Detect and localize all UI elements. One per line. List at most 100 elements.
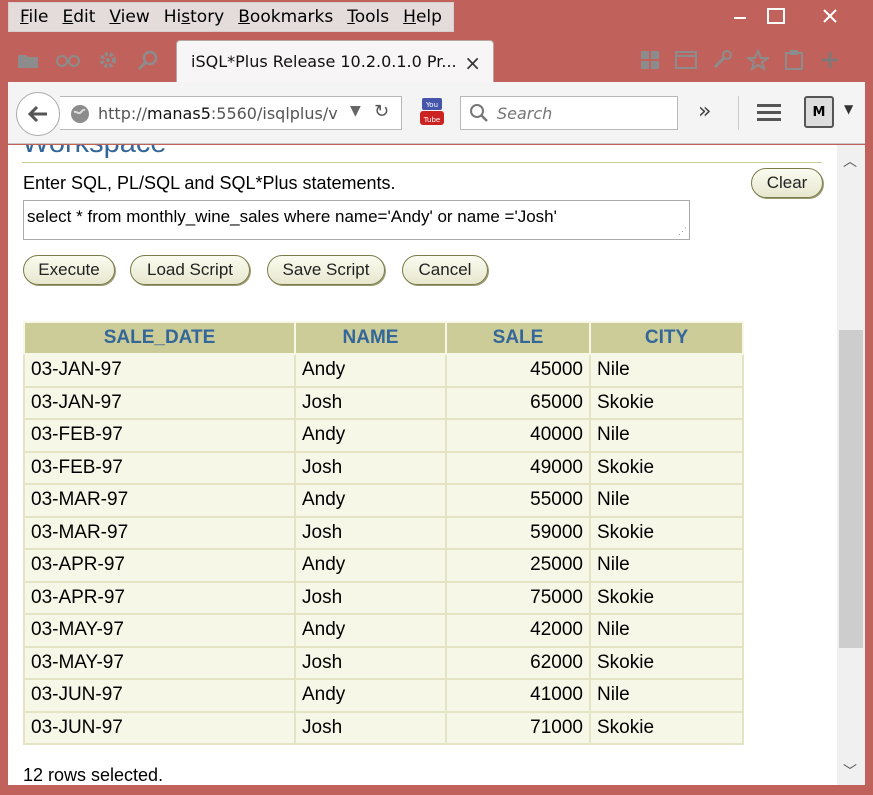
menu-tools[interactable]: Tools [340,3,396,31]
cell-sale-date: 03-JUN-97 [23,678,296,713]
cell-name: Josh [294,710,447,745]
cell-city: Skokie [589,645,744,680]
nav-bar: http://manas5:5560/isqlplus/v ▼ ↻ You Tu… [8,82,865,144]
resize-grip-icon[interactable]: ⋰ [678,226,687,237]
tab-close-icon[interactable]: × [464,51,481,75]
sql-text: select * from monthly_wine_sales where n… [27,207,557,226]
cell-name: Josh [294,580,447,615]
table-row: 03-FEB-97 Josh 49000 Skokie [23,450,744,485]
menu-help[interactable]: Help [396,3,449,31]
cell-sale: 75000 [445,580,591,615]
tab-isqlplus[interactable]: iSQL*Plus Release 10.2.0.1.0 Pr... × [176,40,494,84]
magnifier-icon [469,103,489,127]
cell-city: Nile [589,418,744,453]
window-icon[interactable] [674,48,698,72]
maximize-button[interactable] [752,0,800,32]
cell-city: Nile [589,353,744,388]
glasses-icon[interactable] [56,48,80,72]
back-button[interactable] [16,92,60,136]
search-box[interactable] [460,96,678,130]
column-header-sale-date: SALE_DATE [23,321,296,355]
grid-icon[interactable] [638,48,662,72]
back-arrow-icon [27,105,47,123]
page-content: Workspace Enter SQL, PL/SQL and SQL*Plus… [8,145,837,785]
cell-city: Nile [589,483,744,518]
sql-input[interactable]: select * from monthly_wine_sales where n… [23,200,690,240]
cell-sale: 71000 [445,710,591,745]
menu-bookmarks[interactable]: Bookmarks [231,3,340,31]
instructions-label: Enter SQL, PL/SQL and SQL*Plus statement… [23,173,396,193]
scroll-down-icon[interactable]: ﹀ [843,761,857,781]
cell-sale: 41000 [445,678,591,713]
tab-strip: iSQL*Plus Release 10.2.0.1.0 Pr... × [0,38,873,84]
cell-sale: 42000 [445,613,591,648]
svg-text:You: You [425,101,438,109]
cell-name: Josh [294,515,447,550]
results-table: SALE_DATE NAME SALE CITY 03-JAN-97 Andy 45… [23,321,744,745]
url-text[interactable]: http://manas5:5560/isqlplus/v [98,104,338,123]
gear-icon[interactable] [96,48,120,72]
cell-name: Andy [294,613,447,648]
table-row: 03-JUN-97 Andy 41000 Nile [23,678,744,713]
close-icon [823,9,837,23]
table-row: 03-JUN-97 Josh 71000 Skokie [23,710,744,745]
cell-city: Skokie [589,515,744,550]
vertical-scrollbar[interactable]: ︿ ﹀ [837,145,865,785]
table-row: 03-MAR-97 Josh 59000 Skokie [23,515,744,550]
cell-name: Andy [294,548,447,583]
table-row: 03-MAY-97 Josh 62000 Skokie [23,645,744,680]
hamburger-menu-icon[interactable] [756,102,782,128]
cell-sale-date: 03-MAR-97 [23,483,296,518]
cell-sale: 62000 [445,645,591,680]
execute-button[interactable]: Execute [23,255,115,285]
cell-sale: 65000 [445,385,591,420]
scroll-up-icon[interactable]: ︿ [843,151,857,171]
clear-button[interactable]: Clear [751,168,823,198]
url-dropdown-icon[interactable]: ▼ [350,103,361,119]
extension-shield-icon[interactable]: M [804,96,834,128]
table-row: 03-JAN-97 Josh 65000 Skokie [23,385,744,420]
cell-sale: 49000 [445,450,591,485]
cell-name: Josh [294,645,447,680]
cancel-button[interactable]: Cancel [402,255,488,285]
cell-sale: 55000 [445,483,591,518]
cell-city: Nile [589,613,744,648]
youtube-icon[interactable]: You Tube [418,98,446,128]
menu-history[interactable]: History [157,3,232,31]
maximize-icon [767,8,785,24]
close-window-button[interactable] [806,0,854,32]
menu-edit[interactable]: Edit [55,3,102,31]
wrench-icon[interactable] [710,48,734,72]
reload-icon[interactable]: ↻ [374,101,389,122]
table-row: 03-FEB-97 Andy 40000 Nile [23,418,744,453]
globe-icon [70,104,90,128]
cell-city: Skokie [589,710,744,745]
cell-city: Skokie [589,580,744,615]
extension-dropdown-icon[interactable]: ▼ [844,102,853,116]
save-script-button[interactable]: Save Script [267,255,385,285]
scroll-thumb[interactable] [839,330,863,648]
cell-sale-date: 03-JUN-97 [23,710,296,745]
table-row: 03-APR-97 Andy 25000 Nile [23,548,744,583]
title-divider [22,162,822,163]
overflow-chevron-button[interactable]: » [698,99,711,124]
cell-sale-date: 03-JAN-97 [23,385,296,420]
url-bar[interactable]: http://manas5:5560/isqlplus/v ▼ ↻ [60,96,402,130]
load-script-button[interactable]: Load Script [130,255,250,285]
star-icon[interactable] [746,48,770,72]
menu-file[interactable]: File [13,3,55,31]
cell-sale-date: 03-FEB-97 [23,450,296,485]
search-icon[interactable] [136,48,160,72]
cell-sale: 59000 [445,515,591,550]
cell-sale-date: 03-MAY-97 [23,613,296,648]
menu-view[interactable]: View [102,3,156,31]
new-tab-icon[interactable] [818,48,842,72]
minimize-icon [734,17,746,19]
clipboard-icon[interactable] [782,48,806,72]
cell-city: Nile [589,678,744,713]
folder-icon[interactable] [16,48,40,72]
cell-name: Andy [294,353,447,388]
search-input[interactable] [495,103,665,124]
cell-sale: 45000 [445,353,591,388]
tab-title: iSQL*Plus Release 10.2.0.1.0 Pr... [191,52,457,71]
